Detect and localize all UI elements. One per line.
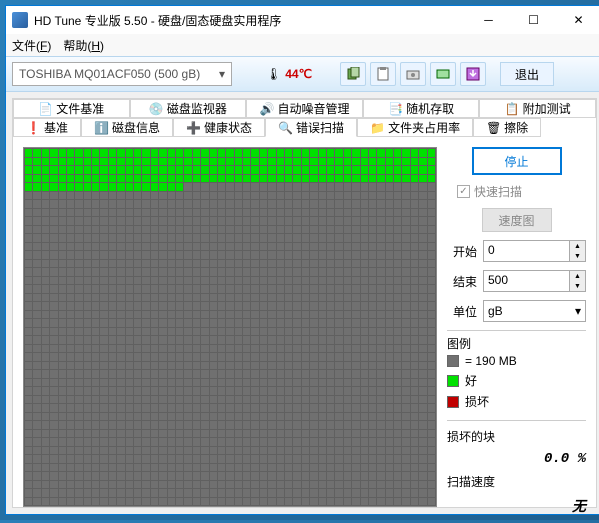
tab-icon: ➕: [186, 121, 200, 135]
disk-selector[interactable]: TOSHIBA MQ01ACF050 (500 gB) ▾: [12, 62, 232, 86]
settings-icon[interactable]: [430, 62, 456, 86]
legend-block-icon: [447, 355, 459, 367]
scan-sidebar: 停止 ✓ 快速扫描 速度图 开始 0▲▼ 结束 500▲▼: [447, 147, 586, 514]
end-label: 结束: [447, 273, 477, 290]
legend: 图例 = 190 MB 好 损坏: [447, 330, 586, 412]
tab-icon: 📑: [388, 102, 402, 116]
tab-row-2: ❗基准ℹ️磁盘信息➕健康状态🔍错误扫描📁文件夹占用率🗑擦除: [13, 118, 596, 137]
menubar: 文件(F) 帮助(H): [6, 34, 599, 56]
tab-基准[interactable]: ❗基准: [13, 118, 81, 137]
tab-icon: 🗑: [486, 121, 500, 135]
save-icon[interactable]: [460, 62, 486, 86]
paste-icon[interactable]: [370, 62, 396, 86]
tab-panel: 📄文件基准💿磁盘监视器🔊自动噪音管理📑随机存取📋附加测试 ❗基准ℹ️磁盘信息➕健…: [12, 98, 597, 508]
app-icon: [12, 12, 28, 28]
tab-错误扫描[interactable]: 🔍错误扫描: [265, 118, 357, 137]
chevron-down-icon: ▾: [575, 304, 581, 318]
tab-icon: 🔍: [278, 121, 292, 135]
tab-icon: 🔊: [259, 102, 273, 116]
tab-icon: 📁: [370, 121, 384, 135]
minimize-button[interactable]: ─: [466, 6, 511, 34]
menu-file[interactable]: 文件(F): [12, 37, 51, 54]
maximize-button[interactable]: ☐: [511, 6, 556, 34]
tab-自动噪音管理[interactable]: 🔊自动噪音管理: [246, 99, 363, 118]
speed-map-button[interactable]: 速度图: [482, 208, 552, 232]
tab-磁盘监视器[interactable]: 💿磁盘监视器: [130, 99, 247, 118]
speed-value: 无: [572, 496, 586, 514]
menu-help[interactable]: 帮助(H): [63, 37, 104, 54]
temperature-display: 🌡 44℃: [266, 67, 312, 81]
unit-label: 单位: [447, 303, 477, 320]
damaged-value: 0.0 %: [544, 451, 586, 467]
window-title: HD Tune 专业版 5.50 - 硬盘/固态硬盘实用程序: [34, 12, 466, 29]
tab-icon: 📋: [505, 102, 519, 116]
tab-文件基准[interactable]: 📄文件基准: [13, 99, 130, 118]
stats: 损坏的块 0.0 % 扫描速度 无 扫描位置 37 gB: [447, 420, 586, 514]
temperature-value: 44℃: [285, 67, 312, 81]
content-area: 📄文件基准💿磁盘监视器🔊自动噪音管理📑随机存取📋附加测试 ❗基准ℹ️磁盘信息➕健…: [6, 92, 599, 514]
titlebar: HD Tune 专业版 5.50 - 硬盘/固态硬盘实用程序 ─ ☐ ✕: [6, 6, 599, 34]
chevron-down-icon: ▾: [219, 67, 225, 81]
checkbox-icon: ✓: [457, 185, 470, 198]
copy-icon[interactable]: [340, 62, 366, 86]
tab-icon: ℹ️: [94, 121, 108, 135]
toolbar: TOSHIBA MQ01ACF050 (500 gB) ▾ 🌡 44℃ 退出: [6, 56, 599, 92]
tab-icon: 📄: [38, 102, 52, 116]
tab-row-1: 📄文件基准💿磁盘监视器🔊自动噪音管理📑随机存取📋附加测试: [13, 99, 596, 118]
error-scan-pane: 停止 ✓ 快速扫描 速度图 开始 0▲▼ 结束 500▲▼: [13, 137, 596, 514]
tab-擦除[interactable]: 🗑擦除: [473, 118, 541, 137]
tab-icon: ❗: [26, 121, 40, 135]
tab-健康状态[interactable]: ➕健康状态: [173, 118, 265, 137]
unit-select[interactable]: gB▾: [483, 300, 586, 322]
legend-title: 图例: [447, 335, 586, 352]
thermometer-icon: 🌡: [266, 67, 281, 81]
tab-文件夹占用率[interactable]: 📁文件夹占用率: [357, 118, 473, 137]
legend-bad-icon: [447, 396, 459, 408]
camera-icon[interactable]: [400, 62, 426, 86]
tab-icon: 💿: [149, 102, 163, 116]
exit-button[interactable]: 退出: [500, 62, 554, 86]
legend-ok-icon: [447, 375, 459, 387]
app-window: HD Tune 专业版 5.50 - 硬盘/固态硬盘实用程序 ─ ☐ ✕ 文件(…: [5, 5, 599, 515]
tab-随机存取[interactable]: 📑随机存取: [363, 99, 480, 118]
tab-附加测试[interactable]: 📋附加测试: [479, 99, 596, 118]
tab-磁盘信息[interactable]: ℹ️磁盘信息: [81, 118, 173, 137]
start-input[interactable]: 0▲▼: [483, 240, 586, 262]
fast-scan-checkbox[interactable]: ✓ 快速扫描: [447, 183, 586, 200]
scan-grid: [23, 147, 437, 507]
stop-button[interactable]: 停止: [472, 147, 562, 175]
end-input[interactable]: 500▲▼: [483, 270, 586, 292]
disk-label: TOSHIBA MQ01ACF050 (500 gB): [19, 67, 200, 81]
close-button[interactable]: ✕: [556, 6, 599, 34]
start-label: 开始: [447, 243, 477, 260]
